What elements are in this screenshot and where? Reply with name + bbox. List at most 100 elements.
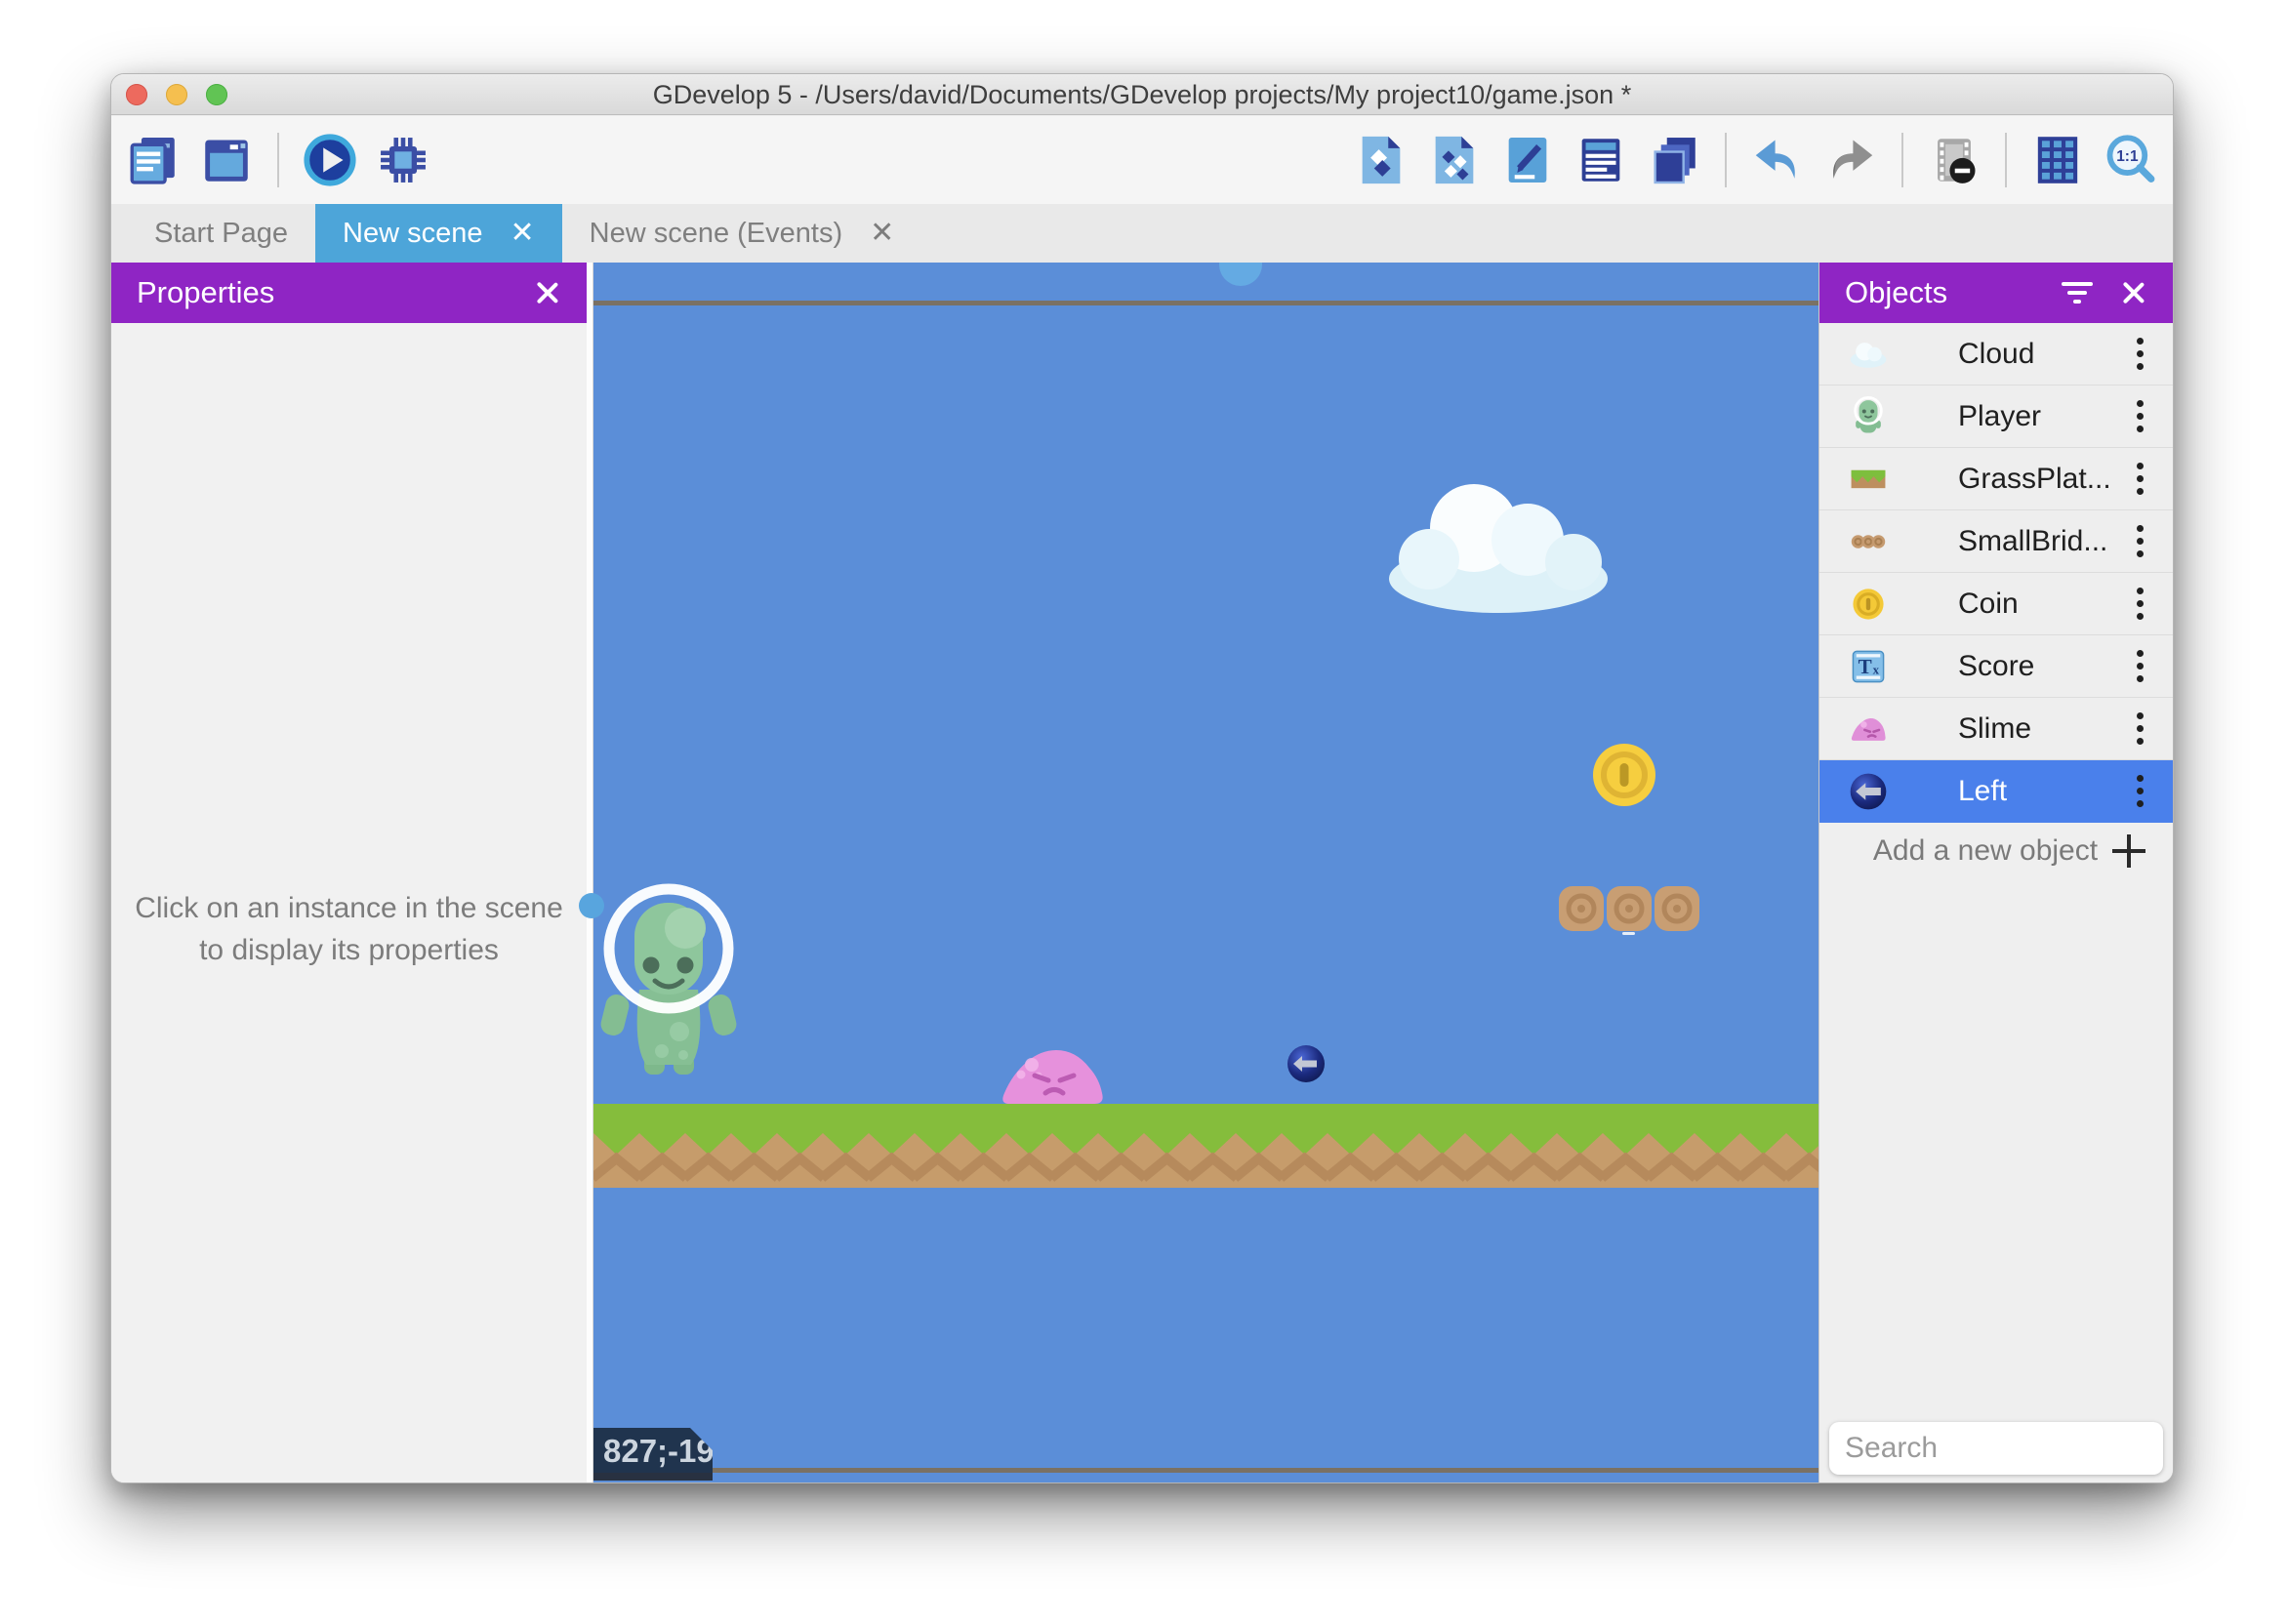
project-manager-icon[interactable] — [125, 132, 182, 188]
close-icon[interactable] — [2118, 278, 2147, 307]
redo-icon[interactable] — [1822, 132, 1879, 188]
add-object-row[interactable]: Add a new object — [1819, 823, 2173, 879]
properties-panel: Properties Click on an instance in the s… — [111, 263, 587, 1482]
play-icon[interactable] — [302, 132, 358, 188]
kebab-menu-icon[interactable] — [2136, 775, 2144, 807]
properties-header: Properties — [111, 263, 587, 323]
object-row-player[interactable]: Player — [1819, 386, 2173, 448]
cloud-instance[interactable] — [1373, 469, 1629, 616]
tab-new-scene[interactable]: New scene ✕ — [315, 204, 562, 263]
small-bridge-icon — [1847, 520, 1890, 563]
window-title: GDevelop 5 - /Users/david/Documents/GDev… — [111, 74, 2173, 115]
object-name: Left — [1958, 775, 2136, 808]
tab-label: New scene (Events) — [590, 218, 843, 250]
kebab-menu-icon[interactable] — [2136, 400, 2144, 432]
kebab-menu-icon[interactable] — [2136, 338, 2144, 370]
left-instance[interactable] — [1287, 1044, 1326, 1083]
tab-label: Start Page — [154, 218, 288, 250]
object-name: SmallBrid... — [1958, 525, 2136, 558]
object-name: Score — [1958, 650, 2136, 683]
object-row-coin[interactable]: Coin — [1819, 573, 2173, 635]
scene-window-border-bottom — [593, 1468, 1818, 1473]
object-name: Cloud — [1958, 338, 2136, 371]
object-name: Slime — [1958, 712, 2136, 746]
object-groups-icon[interactable] — [1426, 132, 1483, 188]
layers-icon[interactable] — [1646, 132, 1702, 188]
coin-icon — [1847, 583, 1890, 626]
grass-platform-instance[interactable] — [593, 1104, 1818, 1188]
grid-icon[interactable] — [2029, 132, 2086, 188]
debug-icon[interactable] — [375, 132, 431, 188]
svg-text:T: T — [1859, 654, 1872, 677]
object-row-cloud[interactable]: Cloud — [1819, 323, 2173, 386]
grass-platform-icon — [1847, 458, 1890, 501]
objects-editor-icon[interactable] — [1353, 132, 1410, 188]
toolbar-separator — [2005, 133, 2007, 187]
player-instance[interactable] — [595, 877, 742, 1077]
object-row-score[interactable]: T x Score — [1819, 635, 2173, 698]
objects-list: Cloud Player — [1819, 323, 2173, 879]
coordinates-value: 827;-19 — [603, 1433, 715, 1469]
toolbar: 1:1 — [111, 116, 2173, 204]
tab-new-scene-events[interactable]: New scene (Events) ✕ — [562, 204, 922, 263]
tab-start-page[interactable]: Start Page — [127, 204, 315, 263]
object-row-smallbridge[interactable]: SmallBrid... — [1819, 510, 2173, 573]
toolbar-left-group — [125, 116, 431, 204]
close-tab-icon[interactable]: ✕ — [511, 219, 535, 248]
objects-title: Objects — [1845, 275, 2060, 310]
scene-properties-icon[interactable] — [1499, 132, 1556, 188]
properties-title: Properties — [137, 275, 532, 310]
left-arrow-ball-icon — [1847, 770, 1890, 813]
kebab-menu-icon[interactable] — [2136, 525, 2144, 557]
kebab-menu-icon[interactable] — [2136, 712, 2144, 745]
scene-window-border-top — [593, 301, 1818, 305]
cloud-icon — [1847, 333, 1890, 376]
object-row-grassplatform[interactable]: GrassPlat... — [1819, 448, 2173, 510]
scene-canvas[interactable]: 827;-19 — [593, 263, 1818, 1483]
instances-list-icon[interactable] — [1573, 132, 1629, 188]
zoom-1-1-icon[interactable]: 1:1 — [2103, 132, 2159, 188]
slime-icon — [1847, 708, 1890, 751]
player-icon — [1847, 395, 1890, 438]
cursor-coordinates-badge: 827;-19 — [593, 1428, 713, 1481]
text-object-icon: T x — [1847, 645, 1890, 688]
add-object-label: Add a new object — [1819, 834, 2112, 868]
slime-instance[interactable] — [1001, 1043, 1107, 1106]
tab-bar: Start Page New scene ✕ New scene (Events… — [111, 204, 2173, 263]
kebab-menu-icon[interactable] — [2136, 650, 2144, 682]
object-name: GrassPlat... — [1958, 463, 2136, 496]
object-name: Player — [1958, 400, 2136, 433]
main-area: Properties Click on an instance in the s… — [111, 263, 2173, 1482]
objects-panel: Objects Cloud — [1818, 263, 2173, 1482]
properties-empty-message: Click on an instance in the scene to dis… — [129, 887, 569, 971]
small-bridge-instance[interactable] — [1558, 883, 1700, 936]
object-row-slime[interactable]: Slime — [1819, 698, 2173, 760]
toolbar-separator — [1725, 133, 1727, 187]
object-name: Coin — [1958, 588, 2136, 621]
undo-icon[interactable] — [1749, 132, 1806, 188]
kebab-menu-icon[interactable] — [2136, 588, 2144, 620]
object-row-left[interactable]: Left — [1819, 760, 2173, 823]
objects-search-box — [1829, 1422, 2163, 1475]
scene-edge-handle[interactable] — [579, 893, 604, 918]
tab-label: New scene — [343, 218, 482, 250]
gdevelop-window: GDevelop 5 - /Users/david/Documents/GDev… — [110, 73, 2174, 1483]
filter-icon[interactable] — [2060, 280, 2095, 305]
toolbar-separator — [1901, 133, 1903, 187]
kebab-menu-icon[interactable] — [2136, 463, 2144, 495]
objects-header: Objects — [1819, 263, 2173, 323]
title-bar: GDevelop 5 - /Users/david/Documents/GDev… — [111, 74, 2173, 115]
search-input[interactable] — [1845, 1432, 2174, 1465]
close-tab-icon[interactable]: ✕ — [870, 219, 894, 248]
toggle-rendering-icon[interactable] — [1926, 132, 1982, 188]
svg-text:x: x — [1873, 663, 1880, 676]
badge-underline — [593, 1473, 713, 1481]
svg-text:1:1: 1:1 — [2116, 148, 2139, 165]
scene-top-handle[interactable] — [1219, 263, 1262, 286]
close-icon[interactable] — [532, 278, 561, 307]
scene-editor-icon[interactable] — [198, 132, 255, 188]
coin-instance[interactable] — [1591, 742, 1657, 808]
toolbar-separator — [277, 133, 279, 187]
toolbar-right-group: 1:1 — [1353, 116, 2159, 204]
plus-icon[interactable] — [2112, 834, 2145, 868]
